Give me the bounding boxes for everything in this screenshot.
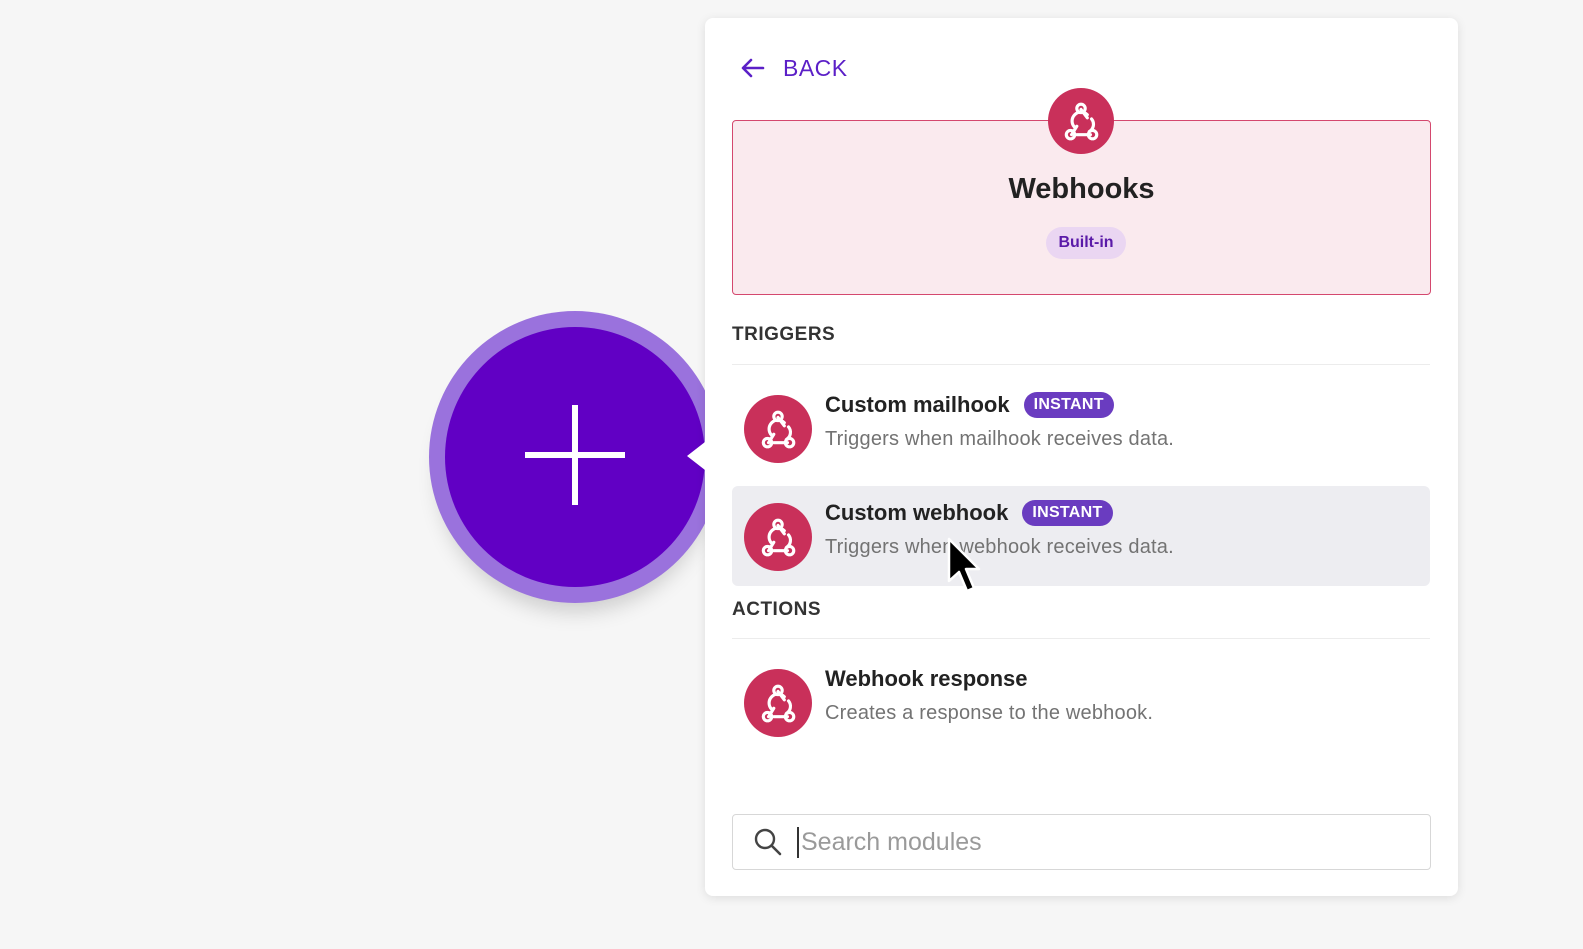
search-input[interactable]: [797, 826, 1403, 858]
module-webhook-response[interactable]: Webhook response Creates a response to t…: [732, 652, 1430, 752]
instant-badge: INSTANT: [1023, 392, 1114, 418]
webhook-icon: [744, 503, 812, 571]
instant-badge: INSTANT: [1022, 500, 1113, 526]
section-title-actions: ACTIONS: [732, 599, 821, 620]
module-description: Creates a response to the webhook.: [825, 702, 1154, 724]
search-box[interactable]: [732, 814, 1431, 870]
search-icon: [754, 828, 782, 856]
module-name-text: Webhook response: [825, 666, 1028, 691]
module-name: Webhook response: [825, 666, 1028, 692]
section-divider: [732, 364, 1430, 365]
built-in-badge: Built-in: [1046, 227, 1126, 259]
module-custom-mailhook[interactable]: Custom mailhook INSTANT Triggers when ma…: [732, 378, 1430, 478]
app-title: Webhooks: [1008, 173, 1155, 205]
section-title-triggers: TRIGGERS: [732, 324, 836, 345]
webhook-icon: [744, 395, 812, 463]
add-module-button[interactable]: [429, 311, 721, 603]
module-name-text: Custom mailhook: [825, 392, 1010, 417]
module-description: Triggers when mailhook receives data.: [825, 428, 1175, 450]
module-description: Triggers when webhook receives data.: [825, 536, 1174, 558]
arrow-left-icon: [741, 58, 765, 78]
module-custom-webhook[interactable]: Custom webhook INSTANT Triggers when web…: [732, 486, 1430, 586]
module-name-text: Custom webhook: [825, 500, 1009, 525]
mouse-cursor-icon: [947, 537, 981, 593]
module-name: Custom webhook INSTANT: [825, 500, 1113, 526]
panel-pointer: [687, 442, 705, 470]
back-button[interactable]: BACK: [741, 52, 848, 84]
module-name: Custom mailhook INSTANT: [825, 392, 1114, 418]
plus-icon: [525, 405, 625, 505]
back-label: BACK: [783, 54, 848, 81]
scenario-canvas: BACK Webhooks Built-in TRIGGERS Custom m…: [0, 0, 1583, 949]
webhook-icon: [744, 669, 812, 737]
webhook-icon: [1048, 88, 1114, 154]
section-divider: [732, 638, 1430, 639]
module-picker-panel: BACK Webhooks Built-in TRIGGERS Custom m…: [687, 18, 1458, 896]
